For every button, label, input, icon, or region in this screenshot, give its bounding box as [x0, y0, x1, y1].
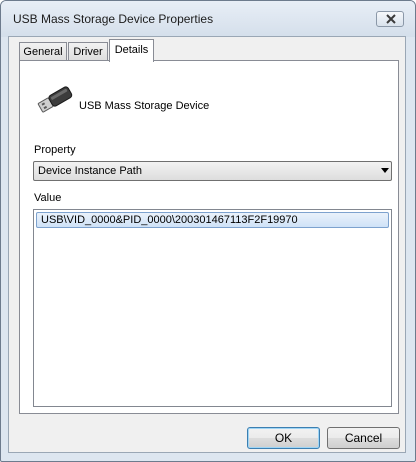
- properties-dialog: USB Mass Storage Device Properties Gener…: [0, 0, 416, 462]
- device-name: USB Mass Storage Device: [79, 100, 210, 112]
- usb-plug-icon: [37, 86, 73, 113]
- property-selected-value: Device Instance Path: [38, 165, 142, 177]
- ok-button[interactable]: OK: [247, 427, 320, 449]
- tab-general[interactable]: General: [19, 42, 67, 62]
- chevron-down-icon: [381, 168, 389, 173]
- property-label: Property: [34, 144, 76, 156]
- cancel-button[interactable]: Cancel: [327, 427, 400, 449]
- property-dropdown[interactable]: Device Instance Path: [33, 161, 392, 181]
- list-item[interactable]: USB\VID_0000&PID_0000\200301467113F2F199…: [36, 212, 389, 228]
- value-list[interactable]: USB\VID_0000&PID_0000\200301467113F2F199…: [33, 209, 392, 407]
- tab-driver[interactable]: Driver: [68, 42, 108, 62]
- tab-details[interactable]: Details: [109, 39, 154, 62]
- window-title: USB Mass Storage Device Properties: [13, 12, 214, 26]
- close-icon: [386, 14, 396, 24]
- dialog-body: General Driver Details USB Mass Storage …: [8, 36, 406, 453]
- value-label: Value: [34, 192, 62, 204]
- close-button[interactable]: [376, 11, 404, 27]
- value-item-text: USB\VID_0000&PID_0000\200301467113F2F199…: [41, 214, 298, 226]
- title-bar[interactable]: USB Mass Storage Device Properties: [1, 1, 415, 37]
- details-panel: USB Mass Storage Device Property Device …: [19, 60, 399, 414]
